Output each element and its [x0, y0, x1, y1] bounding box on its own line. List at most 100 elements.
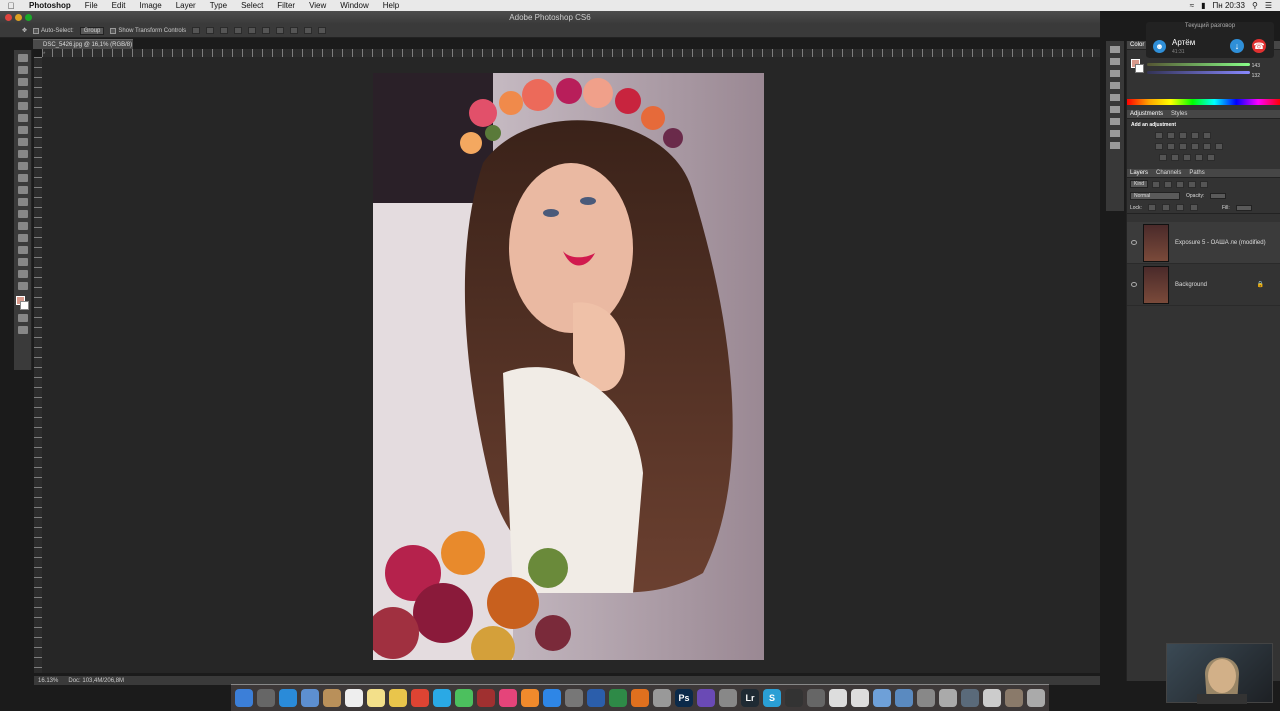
tab-layers[interactable]: Layers: [1130, 170, 1148, 176]
green-slider[interactable]: [1147, 63, 1250, 66]
quick-select-tool-icon[interactable]: [17, 90, 28, 98]
type-tool-icon[interactable]: [17, 234, 28, 242]
menu-view[interactable]: View: [302, 1, 333, 10]
grid-icon[interactable]: [719, 689, 737, 707]
align-left-button[interactable]: [234, 27, 243, 34]
align-bottom-button[interactable]: [220, 27, 229, 34]
blur-tool-icon[interactable]: [17, 198, 28, 206]
brush-preset-icon[interactable]: [1110, 70, 1120, 77]
folder-icon[interactable]: [653, 689, 671, 707]
filter-pixel-icon[interactable]: [1152, 180, 1161, 188]
image2-icon[interactable]: [895, 689, 913, 707]
stickies-icon[interactable]: [367, 689, 385, 707]
chrome-icon[interactable]: [411, 689, 429, 707]
path-select-tool-icon[interactable]: [17, 246, 28, 254]
paragraph-icon[interactable]: [1110, 118, 1120, 125]
minimize-window-button[interactable]: [15, 14, 22, 21]
brush-tool-icon[interactable]: [17, 138, 28, 146]
actions-icon[interactable]: [1110, 58, 1120, 65]
auto-select-checkbox[interactable]: Auto-Select:: [33, 27, 74, 34]
calculator-icon[interactable]: [807, 689, 825, 707]
blue-slider[interactable]: [1147, 71, 1250, 74]
black-white-icon[interactable]: [1179, 143, 1187, 150]
quick-mask-icon[interactable]: [17, 314, 28, 322]
trash-icon[interactable]: [1027, 689, 1045, 707]
screen-mode-icon[interactable]: [17, 326, 28, 334]
hue-saturation-icon[interactable]: [1155, 143, 1163, 150]
lock-position-icon[interactable]: [1175, 204, 1184, 211]
launchpad-icon[interactable]: [257, 689, 275, 707]
zoom-tool-icon[interactable]: [17, 282, 28, 290]
battery-icon[interactable]: ▮: [1201, 1, 1205, 10]
tool-preset-icon[interactable]: [1110, 94, 1120, 101]
menu-type[interactable]: Type: [203, 1, 234, 10]
stamp-tool-icon[interactable]: [17, 150, 28, 158]
close-window-button[interactable]: [5, 14, 12, 21]
appstore-icon[interactable]: [543, 689, 561, 707]
lock-transparent-icon[interactable]: [1147, 204, 1156, 211]
menu-file[interactable]: File: [78, 1, 105, 10]
hand-tool-icon[interactable]: [17, 270, 28, 278]
zoom-level[interactable]: 16.13%: [38, 678, 58, 684]
shape-tool-icon[interactable]: [17, 258, 28, 266]
search-icon[interactable]: ⚲: [1252, 1, 1258, 10]
marquee-tool-icon[interactable]: [17, 66, 28, 74]
info-icon[interactable]: [1110, 130, 1120, 137]
photobooth-icon[interactable]: [477, 689, 495, 707]
menu-filter[interactable]: Filter: [270, 1, 302, 10]
preview-icon[interactable]: [301, 689, 319, 707]
exposure-icon[interactable]: [1191, 132, 1199, 139]
star-icon[interactable]: [697, 689, 715, 707]
opacity-field[interactable]: [1210, 193, 1227, 199]
photos-icon[interactable]: [389, 689, 407, 707]
document-tab[interactable]: DSC_5426.jpg @ 16,1% (RGB/8) *: [33, 39, 133, 58]
firefox-icon[interactable]: [631, 689, 649, 707]
filter-shape-icon[interactable]: [1188, 180, 1197, 188]
calendar-icon[interactable]: [345, 689, 363, 707]
green-value[interactable]: 143: [1252, 63, 1260, 69]
image4-icon[interactable]: [939, 689, 957, 707]
menubar-clock[interactable]: Пн 20:33: [1213, 1, 1245, 10]
itunes-icon[interactable]: [499, 689, 517, 707]
s-icon[interactable]: S: [763, 689, 781, 707]
selective-color-icon[interactable]: [1207, 154, 1215, 161]
excel-icon[interactable]: [609, 689, 627, 707]
image3-icon[interactable]: [917, 689, 935, 707]
textedit-icon[interactable]: [851, 689, 869, 707]
tab-paths[interactable]: Paths: [1189, 170, 1204, 176]
visibility-eye-icon[interactable]: [1131, 240, 1137, 245]
color-spectrum-bar[interactable]: [1127, 99, 1280, 105]
preferences-icon[interactable]: [565, 689, 583, 707]
align-middle-button[interactable]: [206, 27, 215, 34]
layer-name[interactable]: Exposure 5 - ОАША ле (modified): [1175, 240, 1266, 246]
ibooks-icon[interactable]: [521, 689, 539, 707]
image6-icon[interactable]: [983, 689, 1001, 707]
finder-icon[interactable]: [235, 689, 253, 707]
show-transform-checkbox[interactable]: Show Transform Controls: [110, 27, 186, 34]
image7-icon[interactable]: [1005, 689, 1023, 707]
lightroom-icon[interactable]: Lr: [741, 689, 759, 707]
curves-icon[interactable]: [1179, 132, 1187, 139]
lock-all-icon[interactable]: [1189, 204, 1198, 211]
background-color-swatch[interactable]: [20, 301, 29, 310]
list-icon[interactable]: ☰: [1265, 1, 1272, 10]
photoshop-icon[interactable]: Ps: [675, 689, 693, 707]
move-tool-icon[interactable]: [17, 54, 28, 62]
wifi-icon[interactable]: ≈: [1190, 1, 1194, 10]
threshold-icon[interactable]: [1183, 154, 1191, 161]
notes-icon[interactable]: [323, 689, 341, 707]
auto-align-button[interactable]: [318, 27, 327, 34]
menu-edit[interactable]: Edit: [105, 1, 133, 10]
apple-icon[interactable]: : [0, 1, 22, 11]
filter-type-icon[interactable]: [1176, 180, 1185, 188]
color-balance-icon[interactable]: [1167, 143, 1175, 150]
lock-pixels-icon[interactable]: [1161, 204, 1170, 211]
eyedropper-tool-icon[interactable]: [17, 114, 28, 122]
invert-icon[interactable]: [1159, 154, 1167, 161]
word-icon[interactable]: [587, 689, 605, 707]
blend-mode-dropdown[interactable]: Normal: [1130, 192, 1180, 200]
align-center-button[interactable]: [248, 27, 257, 34]
navigator-icon[interactable]: [1110, 142, 1120, 149]
menu-image[interactable]: Image: [132, 1, 168, 10]
auto-select-dropdown[interactable]: Group: [79, 26, 105, 35]
